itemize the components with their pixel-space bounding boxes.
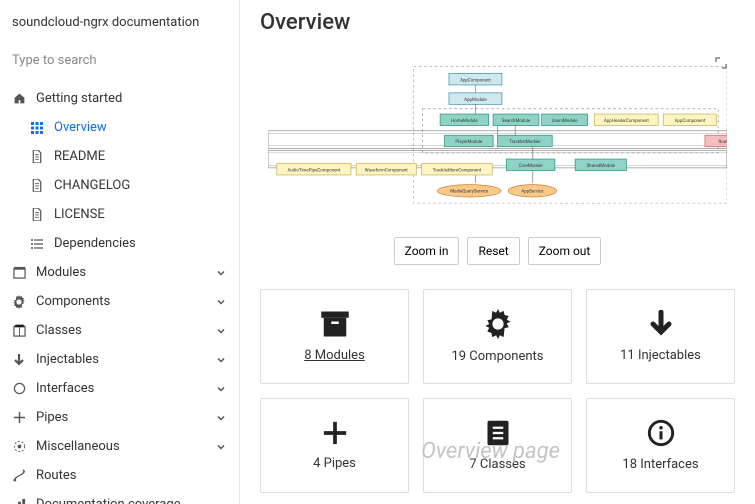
svg-text:AudioTimePipeComponent: AudioTimePipeComponent: [288, 167, 341, 173]
list-icon: [30, 238, 44, 250]
chevron-down-icon: [215, 412, 227, 424]
svg-text:AppModule: AppModule: [464, 97, 487, 103]
plus-icon: [12, 411, 26, 424]
doc-icon: [30, 208, 44, 221]
svg-text:CoreModule: CoreModule: [519, 163, 544, 169]
card-label: 19 Components: [451, 349, 543, 364]
svg-text:TracklistModule: TracklistModule: [509, 139, 541, 145]
nav-label: Dependencies: [54, 236, 136, 251]
nav-dependencies[interactable]: Dependencies: [0, 229, 239, 258]
app-title: soundcloud-ngrx documentation: [0, 0, 239, 45]
info-icon: [647, 419, 675, 447]
archive-icon: [320, 310, 350, 338]
svg-text:AppComponent: AppComponent: [675, 118, 706, 124]
nav-label: Pipes: [36, 410, 68, 425]
nav-label: Classes: [36, 323, 82, 338]
nav-getting-started[interactable]: Getting started: [0, 84, 239, 113]
fullscreen-icon[interactable]: [715, 57, 727, 69]
routes-icon: [12, 469, 26, 482]
dependency-diagram[interactable]: AppComponent AppModule HomeModule SearchMod…: [268, 57, 727, 217]
nav-license[interactable]: LICENSE: [0, 200, 239, 229]
nav-label: Miscellaneous: [36, 439, 120, 454]
chevron-down-icon: [215, 325, 227, 337]
zoom-in-button[interactable]: Zoom in: [394, 237, 460, 265]
svg-text:PlayerModule: PlayerModule: [455, 139, 482, 145]
svg-text:TracklistItemComponent: TracklistItemComponent: [433, 167, 482, 173]
svg-text:AppHeaderComponent: AppHeaderComponent: [604, 118, 649, 124]
card-label: 11 Injectables: [620, 348, 701, 363]
nav-injectables[interactable]: Injectables: [0, 345, 239, 374]
nav-changelog[interactable]: CHANGELOG: [0, 171, 239, 200]
svg-text:HomeModule: HomeModule: [451, 118, 478, 124]
nav-label: Overview: [54, 120, 107, 135]
nav-label: CHANGELOG: [54, 178, 130, 193]
misc-icon: [12, 440, 26, 453]
chevron-down-icon: [215, 267, 227, 279]
card--interfaces[interactable]: 18 Interfaces: [586, 398, 735, 493]
nav-label: LICENSE: [54, 207, 105, 222]
nav-label: Documentation coverage: [36, 497, 181, 504]
nav-pipes[interactable]: Pipes: [0, 403, 239, 432]
home-icon: [12, 92, 26, 105]
nav-readme[interactable]: README: [0, 142, 239, 171]
svg-text:SearchModule: SearchModule: [502, 118, 531, 124]
chart-icon: [12, 498, 26, 504]
doc-icon: [30, 179, 44, 192]
package-icon: [12, 266, 26, 279]
page-title: Overview: [260, 10, 735, 35]
sidebar-nav: Getting started Overview README CHANGELOG LI…: [0, 80, 239, 504]
nav-documentation-coverage[interactable]: Documentation coverage: [0, 490, 239, 504]
down-icon: [647, 310, 675, 338]
diagram-container: AppComponent AppModule HomeModule SearchMod…: [260, 49, 735, 225]
down-icon: [12, 353, 26, 367]
chevron-down-icon: [215, 354, 227, 366]
reset-button[interactable]: Reset: [467, 237, 519, 265]
card--classes[interactable]: 7 Classes: [423, 398, 572, 493]
nav-label: Interfaces: [36, 381, 94, 396]
nav-miscellaneous[interactable]: Miscellaneous: [0, 432, 239, 461]
search-input[interactable]: [12, 53, 227, 68]
card--modules[interactable]: 8 Modules: [260, 289, 409, 384]
nav-label: Components: [36, 294, 110, 309]
grid-icon: [30, 122, 44, 134]
gear-icon: [12, 295, 26, 309]
doc-icon: [30, 150, 44, 163]
card-label: 4 Pipes: [313, 456, 356, 471]
stats-grid: 8 Modules 19 Components 11 Injectables 4 Pi…: [260, 289, 735, 493]
card--injectables[interactable]: 11 Injectables: [586, 289, 735, 384]
nav-interfaces[interactable]: Interfaces: [0, 374, 239, 403]
circle-icon: [12, 382, 26, 395]
plus-icon: [322, 420, 348, 446]
chevron-down-icon: [215, 296, 227, 308]
nav-label: Injectables: [36, 352, 99, 367]
nav-components[interactable]: Components: [0, 287, 239, 316]
svg-text:AppComponent: AppComponent: [460, 77, 491, 83]
nav-modules[interactable]: Modules: [0, 258, 239, 287]
nav-label: Routes: [36, 468, 76, 483]
chevron-down-icon: [215, 383, 227, 395]
card-label: 8 Modules: [304, 348, 365, 363]
chevron-down-icon: [215, 441, 227, 453]
nav-label: Getting started: [36, 91, 122, 106]
box-icon: [12, 324, 26, 337]
card--pipes[interactable]: 4 Pipes: [260, 398, 409, 493]
nav-classes[interactable]: Classes: [0, 316, 239, 345]
svg-text:AppService: AppService: [521, 189, 544, 195]
card-label: 7 Classes: [469, 457, 525, 472]
nav-label: Modules: [36, 265, 86, 280]
gear-icon: [483, 309, 513, 339]
card--components[interactable]: 19 Components: [423, 289, 572, 384]
nav-label: README: [54, 149, 105, 164]
svg-text:SharedModule: SharedModule: [587, 163, 616, 169]
doc-icon: [485, 419, 511, 447]
svg-text:MediaQueryService: MediaQueryService: [450, 189, 489, 195]
zoom-out-button[interactable]: Zoom out: [528, 237, 602, 265]
svg-text:UsersModule: UsersModule: [552, 118, 579, 124]
card-label: 18 Interfaces: [622, 457, 698, 472]
svg-text:RootingTable: RootingTable: [718, 139, 727, 145]
nav-routes[interactable]: Routes: [0, 461, 239, 490]
nav-overview[interactable]: Overview: [0, 113, 239, 142]
